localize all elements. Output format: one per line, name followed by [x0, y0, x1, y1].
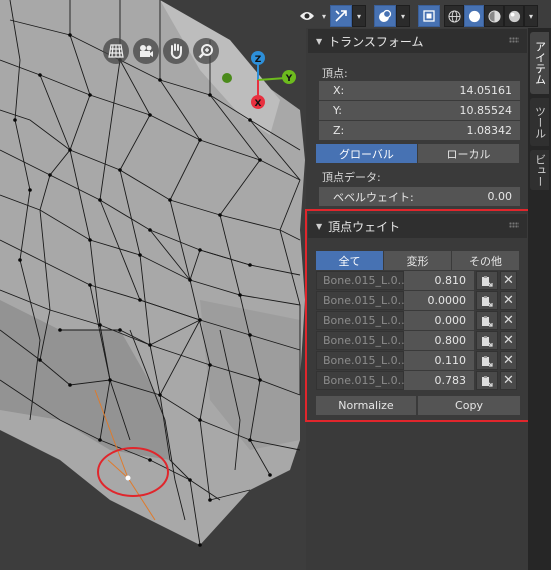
- chevron-down-icon: ▾: [321, 11, 326, 21]
- delete-weight-icon[interactable]: ✕: [500, 371, 517, 390]
- drag-grip-icon[interactable]: [509, 37, 519, 43]
- y-value: 10.85524: [459, 104, 513, 117]
- delete-weight-icon[interactable]: ✕: [500, 331, 517, 350]
- y-label: Y:: [333, 104, 342, 117]
- chevron-down-icon: ▾: [528, 11, 533, 21]
- delete-weight-icon[interactable]: ✕: [500, 271, 517, 290]
- delete-weight-icon[interactable]: ✕: [500, 291, 517, 310]
- global-button[interactable]: グローバル: [316, 144, 418, 163]
- tab-view-label: ビュー: [533, 153, 547, 187]
- bone-name[interactable]: Bone.015_L.0..: [316, 311, 405, 330]
- tab-item[interactable]: アイテム: [530, 32, 549, 94]
- paste-weight-icon[interactable]: [476, 311, 498, 330]
- zoom-icon[interactable]: [193, 38, 219, 64]
- bone-name[interactable]: Bone.015_L.0..: [316, 331, 405, 350]
- tab-other[interactable]: その他: [452, 251, 520, 270]
- weight-value-field[interactable]: 0.0000: [404, 291, 474, 310]
- vertex-z-field[interactable]: Z: 1.08342: [319, 121, 520, 140]
- shading-modes[interactable]: ▾: [444, 5, 538, 27]
- weight-filter-tabs[interactable]: 全て 変形 その他: [316, 251, 520, 270]
- chevron-down-icon: ▾: [400, 11, 405, 21]
- weight-value-field[interactable]: 0.783: [404, 371, 474, 390]
- x-axis-label: X: [255, 99, 262, 109]
- y-axis-label: Y: [285, 74, 293, 84]
- tab-tool-label: ツール: [533, 105, 547, 139]
- paste-weight-icon[interactable]: [476, 271, 498, 290]
- bevel-label: ベベルウェイト:: [333, 190, 414, 204]
- chevron-down-icon: ▾: [356, 11, 361, 21]
- delete-weight-icon[interactable]: ✕: [500, 351, 517, 370]
- x-value: 14.05161: [459, 84, 513, 97]
- weight-row: Bone.015_L.0.. 0.110 ✕: [316, 351, 520, 370]
- tab-all[interactable]: 全て: [316, 251, 384, 270]
- bevel-weight-field[interactable]: ベベルウェイト: 0.00: [319, 187, 520, 206]
- transform-panel-header[interactable]: ▼ トランスフォーム: [308, 29, 527, 53]
- z-label: Z:: [333, 124, 345, 137]
- weight-row: Bone.015_L.0.. 0.800 ✕: [316, 331, 520, 350]
- weight-value-field[interactable]: 0.000: [404, 311, 474, 330]
- weight-row: Bone.015_L.0.. 0.810 ✕: [316, 271, 520, 290]
- bone-name[interactable]: Bone.015_L.0..: [316, 351, 405, 370]
- paste-weight-icon[interactable]: [476, 291, 498, 310]
- solid-icon[interactable]: [464, 5, 484, 27]
- bone-name[interactable]: Bone.015_L.0..: [316, 271, 405, 290]
- sidebar-tabs: アイテム ツール ビュー: [528, 28, 551, 570]
- coordinate-space-toggle[interactable]: グローバル ローカル: [316, 144, 520, 163]
- vertex-weights-header[interactable]: ▼ 頂点ウェイト: [308, 214, 527, 238]
- bone-name[interactable]: Bone.015_L.0..: [316, 371, 405, 390]
- grid-icon[interactable]: [103, 38, 129, 64]
- eye-icon[interactable]: [296, 5, 318, 27]
- weight-row: Bone.015_L.0.. 0.783 ✕: [316, 371, 520, 390]
- weight-value-field[interactable]: 0.810: [404, 271, 474, 290]
- normalize-button[interactable]: Normalize: [316, 396, 416, 415]
- tab-tool[interactable]: ツール: [530, 98, 549, 146]
- transform-panel: ▼ トランスフォーム 頂点: X: 14.05161 Y: 10.85524 Z…: [308, 29, 527, 209]
- x-label: X:: [333, 84, 345, 97]
- bone-name[interactable]: Bone.015_L.0..: [316, 291, 405, 310]
- overlay-dropdown[interactable]: ▾: [374, 5, 410, 27]
- paste-weight-icon[interactable]: [476, 371, 498, 390]
- gizmo-dropdown[interactable]: ▾: [330, 5, 366, 27]
- weight-value-field[interactable]: 0.110: [404, 351, 474, 370]
- paste-weight-icon[interactable]: [476, 351, 498, 370]
- vertex-data-label: 頂点データ:: [322, 171, 381, 184]
- drag-grip-icon[interactable]: [509, 222, 519, 228]
- bevel-value: 0.00: [487, 190, 513, 203]
- collapse-triangle-icon: ▼: [316, 221, 323, 231]
- delete-weight-icon[interactable]: ✕: [500, 311, 517, 330]
- collapse-triangle-icon: ▼: [316, 36, 323, 46]
- local-button[interactable]: ローカル: [418, 144, 520, 163]
- weight-value-field[interactable]: 0.800: [404, 331, 474, 350]
- material-icon[interactable]: [484, 5, 504, 27]
- visibility-dropdown[interactable]: ▾: [296, 5, 330, 27]
- xray-icon[interactable]: [418, 5, 440, 27]
- active-vertex: [125, 475, 131, 481]
- neg-y-axis-handle[interactable]: [222, 73, 232, 83]
- cursor-icon[interactable]: [330, 5, 352, 27]
- camera-icon[interactable]: [133, 38, 159, 64]
- paste-weight-icon[interactable]: [476, 331, 498, 350]
- xray-toggle[interactable]: [418, 5, 440, 27]
- wireframe-icon[interactable]: [444, 5, 464, 27]
- hand-icon[interactable]: [163, 38, 189, 64]
- transform-title: トランスフォーム: [328, 34, 424, 49]
- vertex-label: 頂点:: [322, 67, 348, 80]
- weight-row: Bone.015_L.0.. 0.000 ✕: [316, 311, 520, 330]
- vertex-y-field[interactable]: Y: 10.85524: [319, 101, 520, 120]
- copy-button[interactable]: Copy: [418, 396, 520, 415]
- vertex-weights-title: 頂点ウェイト: [328, 219, 401, 234]
- tab-deform[interactable]: 変形: [384, 251, 452, 270]
- overlay-icon[interactable]: [374, 5, 396, 27]
- z-axis-label: Z: [255, 55, 262, 65]
- rendered-icon[interactable]: [504, 5, 524, 27]
- tab-item-label: アイテム: [533, 41, 547, 85]
- weight-row: Bone.015_L.0.. 0.0000 ✕: [316, 291, 520, 310]
- tab-view[interactable]: ビュー: [530, 150, 549, 190]
- z-value: 1.08342: [466, 124, 513, 137]
- vertex-x-field[interactable]: X: 14.05161: [319, 81, 520, 100]
